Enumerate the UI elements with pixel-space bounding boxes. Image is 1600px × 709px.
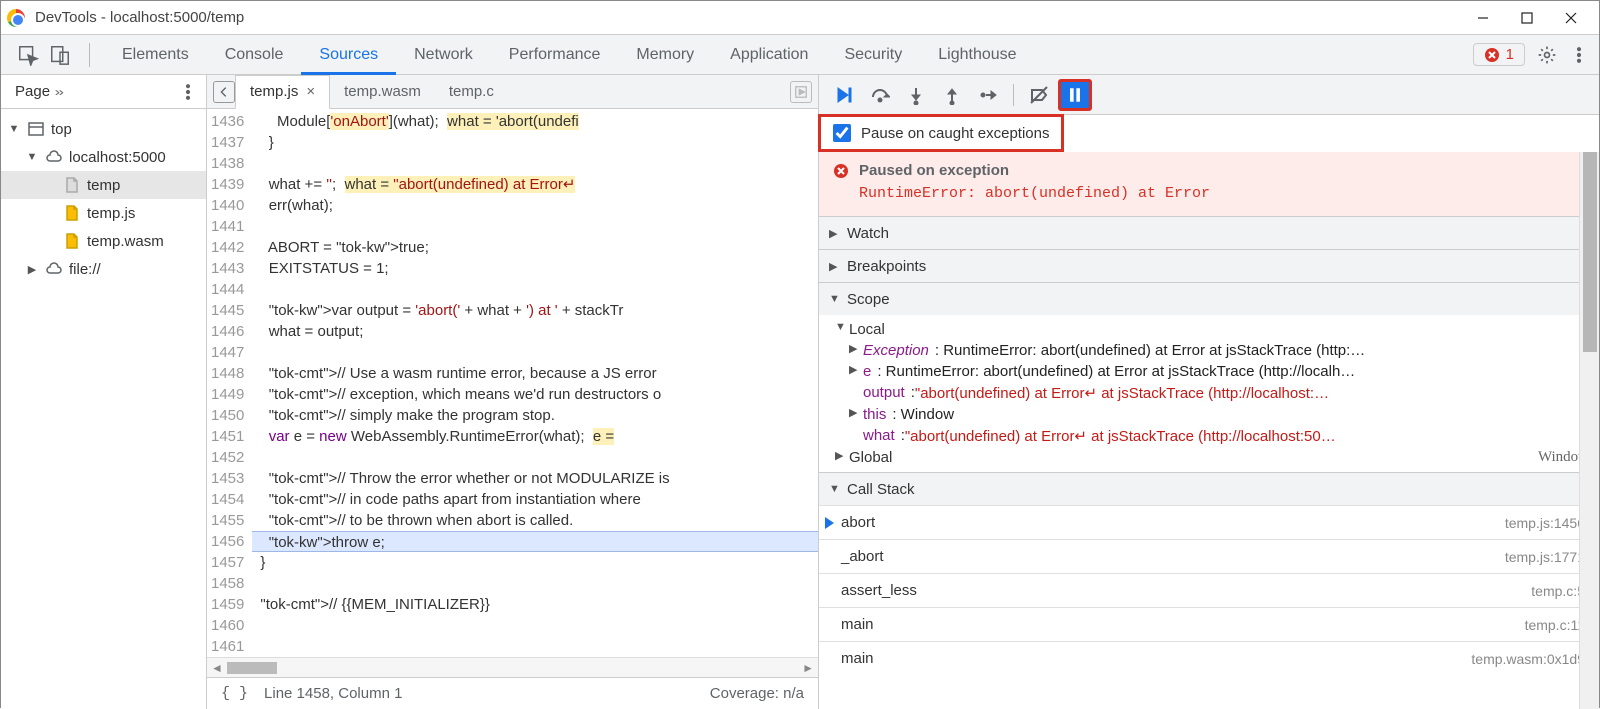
chevron-right-icon: » — [55, 85, 64, 99]
scope-variable[interactable]: output: "abort(undefined) at Error↵ at j… — [819, 382, 1599, 404]
devtools-icon — [7, 9, 25, 27]
cursor-position: Line 1458, Column 1 — [264, 685, 402, 702]
step-button[interactable] — [971, 79, 1005, 111]
scope-global-header[interactable]: ▶GlobalWindow — [819, 447, 1599, 468]
sidebar-more-icon[interactable] — [178, 82, 198, 102]
tab-sources[interactable]: Sources — [301, 35, 396, 75]
navigator-sidebar: Page » ▼top▼localhost:5000temptemp.jstem… — [1, 75, 207, 709]
close-button[interactable] — [1549, 3, 1593, 33]
scope-variable[interactable]: ▶this: Window — [819, 404, 1599, 425]
debugger-panel: Pause on caught exceptions Paused on exc… — [819, 75, 1599, 709]
pretty-print-icon[interactable]: { } — [221, 685, 248, 702]
close-tab-icon[interactable]: × — [306, 83, 315, 100]
step-into-button[interactable] — [899, 79, 933, 111]
run-snippet-icon[interactable] — [790, 81, 812, 103]
tab-lighthouse[interactable]: Lighthouse — [920, 35, 1034, 75]
watch-section-header[interactable]: ▶Watch — [819, 217, 1599, 249]
maximize-button[interactable] — [1505, 3, 1549, 33]
tab-application[interactable]: Application — [712, 35, 826, 75]
editor-tabs: temp.js×temp.wasmtemp.c — [207, 75, 818, 109]
paused-banner: Paused on exception RuntimeError: abort(… — [819, 152, 1599, 216]
window-title: DevTools - localhost:5000/temp — [35, 9, 244, 26]
window-titlebar: DevTools - localhost:5000/temp — [1, 1, 1599, 35]
callstack-frame[interactable]: maintemp.c:11 — [819, 607, 1599, 641]
tree-item[interactable]: ▼localhost:5000 — [1, 143, 206, 171]
callstack-frame[interactable]: maintemp.wasm:0x1d9 — [819, 641, 1599, 675]
tab-memory[interactable]: Memory — [618, 35, 712, 75]
scope-section-header[interactable]: ▼Scope — [819, 283, 1599, 315]
source-editor: temp.js×temp.wasmtemp.c 1436143714381439… — [207, 75, 819, 709]
main-toolbar: ElementsConsoleSourcesNetworkPerformance… — [1, 35, 1599, 75]
coverage-status: Coverage: n/a — [710, 685, 804, 702]
tab-elements[interactable]: Elements — [104, 35, 207, 75]
minimize-button[interactable] — [1461, 3, 1505, 33]
sidebar-header[interactable]: Page » — [1, 75, 206, 109]
callstack-frame[interactable]: assert_lesstemp.c:5 — [819, 573, 1599, 607]
editor-horizontal-scrollbar[interactable]: ◄► — [207, 657, 818, 677]
nav-back-icon[interactable] — [213, 81, 235, 103]
editor-tab[interactable]: temp.js× — [235, 75, 330, 109]
device-toggle-icon[interactable] — [49, 44, 71, 66]
resume-button[interactable] — [827, 79, 861, 111]
tree-item[interactable]: ▼top — [1, 115, 206, 143]
editor-tab[interactable]: temp.wasm — [330, 75, 435, 109]
code-area[interactable]: 1436143714381439144014411442144314441445… — [207, 109, 818, 657]
tree-item[interactable]: temp — [1, 171, 206, 199]
editor-tab[interactable]: temp.c — [435, 75, 508, 109]
step-over-button[interactable] — [863, 79, 897, 111]
editor-footer: { } Line 1458, Column 1 Coverage: n/a — [207, 677, 818, 709]
callstack-body: aborttemp.js:1456_aborttemp.js:1771asser… — [819, 505, 1599, 675]
debugger-toolbar — [819, 75, 1599, 115]
tab-console[interactable]: Console — [207, 35, 302, 75]
pause-caught-checkbox[interactable] — [833, 124, 851, 142]
error-indicator[interactable]: 1 — [1473, 43, 1525, 66]
callstack-frame[interactable]: _aborttemp.js:1771 — [819, 539, 1599, 573]
tab-performance[interactable]: Performance — [491, 35, 619, 75]
tree-item[interactable]: ▶file:// — [1, 255, 206, 283]
settings-icon[interactable] — [1537, 45, 1557, 65]
tab-network[interactable]: Network — [396, 35, 491, 75]
file-tree: ▼top▼localhost:5000temptemp.jstemp.wasm▶… — [1, 109, 206, 289]
inspect-icon[interactable] — [17, 44, 39, 66]
callstack-frame[interactable]: aborttemp.js:1456 — [819, 505, 1599, 539]
scope-local-header[interactable]: ▼Local — [819, 319, 1599, 340]
breakpoints-section-header[interactable]: ▶Breakpoints — [819, 250, 1599, 282]
panel-vertical-scrollbar[interactable] — [1579, 152, 1599, 709]
tree-item[interactable]: temp.js — [1, 199, 206, 227]
error-count: 1 — [1506, 46, 1514, 63]
scope-body: ▼Local ▶Exception: RuntimeError: abort(u… — [819, 315, 1599, 472]
tree-item[interactable]: temp.wasm — [1, 227, 206, 255]
deactivate-breakpoints-button[interactable] — [1022, 79, 1056, 111]
scope-variable[interactable]: ▶e: RuntimeError: abort(undefined) at Er… — [819, 361, 1599, 382]
step-out-button[interactable] — [935, 79, 969, 111]
callstack-section-header[interactable]: ▼Call Stack — [819, 473, 1599, 505]
tab-security[interactable]: Security — [826, 35, 920, 75]
exception-message: RuntimeError: abort(undefined) at Error — [859, 185, 1585, 202]
pause-caught-exceptions-row[interactable]: Pause on caught exceptions — [818, 114, 1064, 152]
scope-variable[interactable]: what: "abort(undefined) at Error↵ at jsS… — [819, 425, 1599, 447]
scope-variable[interactable]: ▶Exception: RuntimeError: abort(undefine… — [819, 340, 1599, 361]
more-icon[interactable] — [1569, 45, 1589, 65]
pause-on-exceptions-button[interactable] — [1058, 79, 1092, 111]
